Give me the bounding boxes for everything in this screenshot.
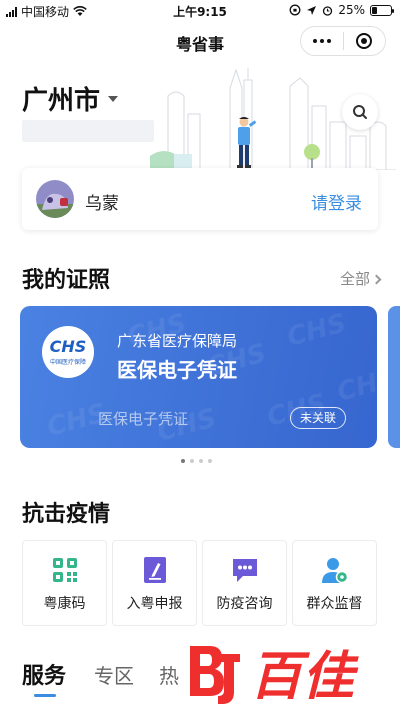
user-card[interactable]: 乌蒙 请登录 — [22, 168, 378, 230]
edit-form-icon — [144, 557, 166, 583]
city-label: 广州市 — [22, 86, 101, 116]
svg-text:CHS: CHS — [334, 363, 377, 407]
info-placeholder — [22, 120, 154, 142]
tile-label: 粤康码 — [43, 596, 86, 612]
next-card-peek[interactable] — [388, 306, 400, 448]
mini-program-capsule — [300, 26, 386, 56]
carousel-dot — [208, 459, 212, 463]
close-icon[interactable] — [344, 27, 385, 55]
carousel-dot — [199, 459, 203, 463]
service-consult[interactable]: 防疫咨询 — [202, 540, 287, 626]
chevron-right-icon — [371, 274, 382, 284]
search-icon — [353, 105, 367, 119]
status-bar: 中国移动 上午9:15 25% — [0, 0, 400, 22]
service-health-code[interactable]: 粤康码 — [22, 540, 107, 626]
epidemic-grid: 粤康码 入粤申报 防疫咨询 群众监督 — [22, 540, 377, 626]
search-button[interactable] — [342, 94, 378, 130]
location-icon — [307, 5, 317, 15]
caret-down-icon — [108, 95, 119, 102]
tile-label: 防疫咨询 — [216, 596, 273, 612]
user-name: 乌蒙 — [85, 194, 119, 214]
avatar — [36, 180, 74, 218]
license-name: 医保电子凭证 — [117, 358, 237, 382]
carousel-dot — [181, 459, 185, 463]
nav-bar: 粤省事 — [0, 22, 400, 60]
active-tab-underline — [34, 694, 56, 697]
license-card[interactable]: CHS CHS CHS CHS CHS CHS CHS CHS 中国医疗保障 广… — [20, 306, 377, 448]
epidemic-title: 抗击疫情 — [22, 502, 111, 527]
logo-text: CHS — [49, 336, 87, 356]
alarm-icon — [323, 5, 333, 16]
orientation-lock-icon — [289, 4, 301, 16]
license-type: 医保电子凭证 — [98, 410, 189, 428]
tab-hot[interactable]: 热 — [159, 660, 179, 689]
logo-subtext: 中国医疗保障 — [49, 358, 86, 366]
all-label: 全部 — [339, 270, 370, 288]
licenses-title: 我的证照 — [22, 268, 111, 293]
battery-icon — [370, 4, 394, 16]
login-link[interactable]: 请登录 — [311, 189, 362, 214]
battery-percent: 25% — [338, 3, 365, 17]
svg-text:CHS: CHS — [284, 308, 349, 352]
license-org: 广东省医疗保障局 — [117, 332, 238, 350]
tile-label: 群众监督 — [306, 596, 363, 612]
qr-code-icon — [53, 558, 77, 582]
more-icon[interactable] — [301, 27, 343, 55]
service-entry-report[interactable]: 入粤申报 — [112, 540, 197, 626]
carousel-dot — [190, 459, 194, 463]
tab-zones[interactable]: 专区 — [94, 660, 134, 689]
chat-bubble-icon — [233, 559, 257, 582]
status-badge: 未关联 — [290, 407, 347, 429]
tile-label: 入粤申报 — [126, 596, 183, 612]
tab-services[interactable]: 服务 — [22, 658, 66, 690]
baijia-watermark-logo: 百佳 — [190, 646, 359, 707]
watermark-text: 百佳 — [250, 647, 359, 707]
chs-logo: CHS 中国医疗保障 — [42, 326, 94, 378]
all-licenses-link[interactable]: 全部 — [339, 268, 382, 289]
status-right: 25% — [289, 3, 394, 17]
service-supervision[interactable]: 群众监督 — [292, 540, 377, 626]
user-eye-icon — [322, 558, 349, 584]
carousel-indicator — [181, 459, 212, 463]
city-selector[interactable]: 广州市 — [22, 80, 119, 117]
